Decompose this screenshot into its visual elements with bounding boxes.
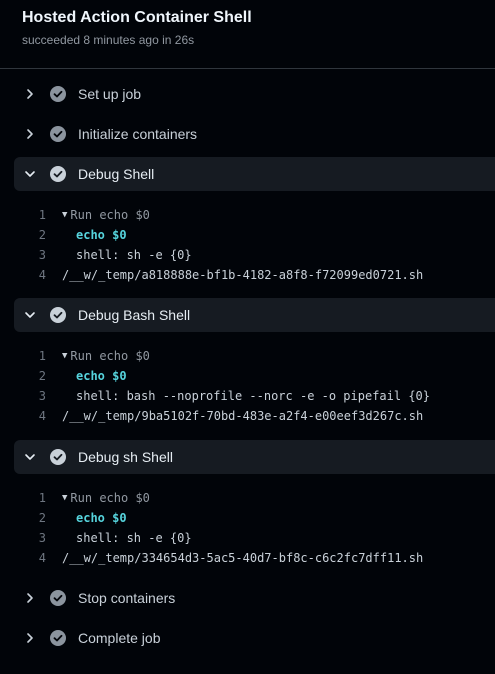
line-number[interactable]: 1 xyxy=(0,349,62,363)
line-number[interactable]: 1 xyxy=(0,208,62,222)
step-label: Debug sh Shell xyxy=(78,449,173,465)
log-line: 1 ▼ Run echo $0 xyxy=(0,346,150,366)
log-text: /__w/_temp/a818888e-bf1b-4182-a8f8-f7209… xyxy=(62,268,424,282)
job-title: Hosted Action Container Shell xyxy=(22,9,252,26)
step-label: Initialize containers xyxy=(78,126,198,142)
log-command: echo $0 xyxy=(76,228,127,242)
line-number[interactable]: 4 xyxy=(0,551,62,565)
chevron-down-icon xyxy=(22,166,38,182)
step-label: Complete job xyxy=(78,630,161,646)
line-number[interactable]: 4 xyxy=(0,268,62,282)
log-line: 2 echo $0 xyxy=(0,366,127,386)
step-set-up-job[interactable]: Set up job xyxy=(14,77,495,111)
log-text: shell: bash --noprofile --norc -e -o pip… xyxy=(76,389,431,403)
log-line: 2 echo $0 xyxy=(0,508,127,528)
job-status: succeeded 8 minutes ago in 26s xyxy=(22,33,195,47)
log-group-title[interactable]: Run echo $0 xyxy=(70,208,149,222)
step-label: Stop containers xyxy=(78,590,176,606)
log-line: 4 /__w/_temp/a818888e-bf1b-4182-a8f8-f72… xyxy=(0,265,423,285)
line-number[interactable]: 4 xyxy=(0,409,62,423)
line-number[interactable]: 1 xyxy=(0,491,62,505)
line-number[interactable]: 3 xyxy=(0,531,62,545)
step-debug-sh-shell[interactable]: Debug sh Shell xyxy=(14,440,495,474)
log-group-title[interactable]: Run echo $0 xyxy=(70,349,149,363)
line-number[interactable]: 2 xyxy=(0,511,62,525)
check-circle-icon xyxy=(50,307,66,323)
check-circle-icon xyxy=(50,449,66,465)
check-circle-icon xyxy=(50,126,66,142)
chevron-right-icon xyxy=(22,590,38,606)
step-debug-bash-shell[interactable]: Debug Bash Shell xyxy=(14,298,495,332)
caret-down-icon[interactable]: ▼ xyxy=(62,210,67,220)
log-line: 3 shell: sh -e {0} xyxy=(0,245,192,265)
log-line: 1 ▼ Run echo $0 xyxy=(0,488,150,508)
step-label: Debug Shell xyxy=(78,166,155,182)
log-line: 3 shell: sh -e {0} xyxy=(0,528,192,548)
line-number[interactable]: 2 xyxy=(0,228,62,242)
log-text: /__w/_temp/9ba5102f-70bd-483e-a2f4-e00ee… xyxy=(62,409,424,423)
log-command: echo $0 xyxy=(76,369,127,383)
log-line: 2 echo $0 xyxy=(0,225,127,245)
chevron-right-icon xyxy=(22,86,38,102)
log-text: shell: sh -e {0} xyxy=(76,248,192,262)
log-command: echo $0 xyxy=(76,511,127,525)
step-stop-containers[interactable]: Stop containers xyxy=(14,581,495,615)
chevron-right-icon xyxy=(22,630,38,646)
step-label: Debug Bash Shell xyxy=(78,307,191,323)
chevron-down-icon xyxy=(22,449,38,465)
check-circle-icon xyxy=(50,630,66,646)
check-circle-icon xyxy=(50,590,66,606)
log-group-title[interactable]: Run echo $0 xyxy=(70,491,149,505)
chevron-right-icon xyxy=(22,126,38,142)
step-initialize-containers[interactable]: Initialize containers xyxy=(14,117,495,151)
log-line: 1 ▼ Run echo $0 xyxy=(0,205,150,225)
job-header: Hosted Action Container Shell succeeded … xyxy=(22,8,252,48)
step-debug-shell[interactable]: Debug Shell xyxy=(14,157,495,191)
check-circle-icon xyxy=(50,166,66,182)
log-line: 4 /__w/_temp/334654d3-5ac5-40d7-bf8c-c6c… xyxy=(0,548,423,568)
caret-down-icon[interactable]: ▼ xyxy=(62,493,67,503)
log-text: shell: sh -e {0} xyxy=(76,531,192,545)
line-number[interactable]: 2 xyxy=(0,369,62,383)
line-number[interactable]: 3 xyxy=(0,389,62,403)
header-divider xyxy=(0,68,495,69)
line-number[interactable]: 3 xyxy=(0,248,62,262)
log-line: 3 shell: bash --noprofile --norc -e -o p… xyxy=(0,386,430,406)
caret-down-icon[interactable]: ▼ xyxy=(62,351,67,361)
chevron-down-icon xyxy=(22,307,38,323)
log-line: 4 /__w/_temp/9ba5102f-70bd-483e-a2f4-e00… xyxy=(0,406,423,426)
step-label: Set up job xyxy=(78,86,142,102)
check-circle-icon xyxy=(50,86,66,102)
log-text: /__w/_temp/334654d3-5ac5-40d7-bf8c-c6c2f… xyxy=(62,551,424,565)
step-complete-job[interactable]: Complete job xyxy=(14,621,495,655)
